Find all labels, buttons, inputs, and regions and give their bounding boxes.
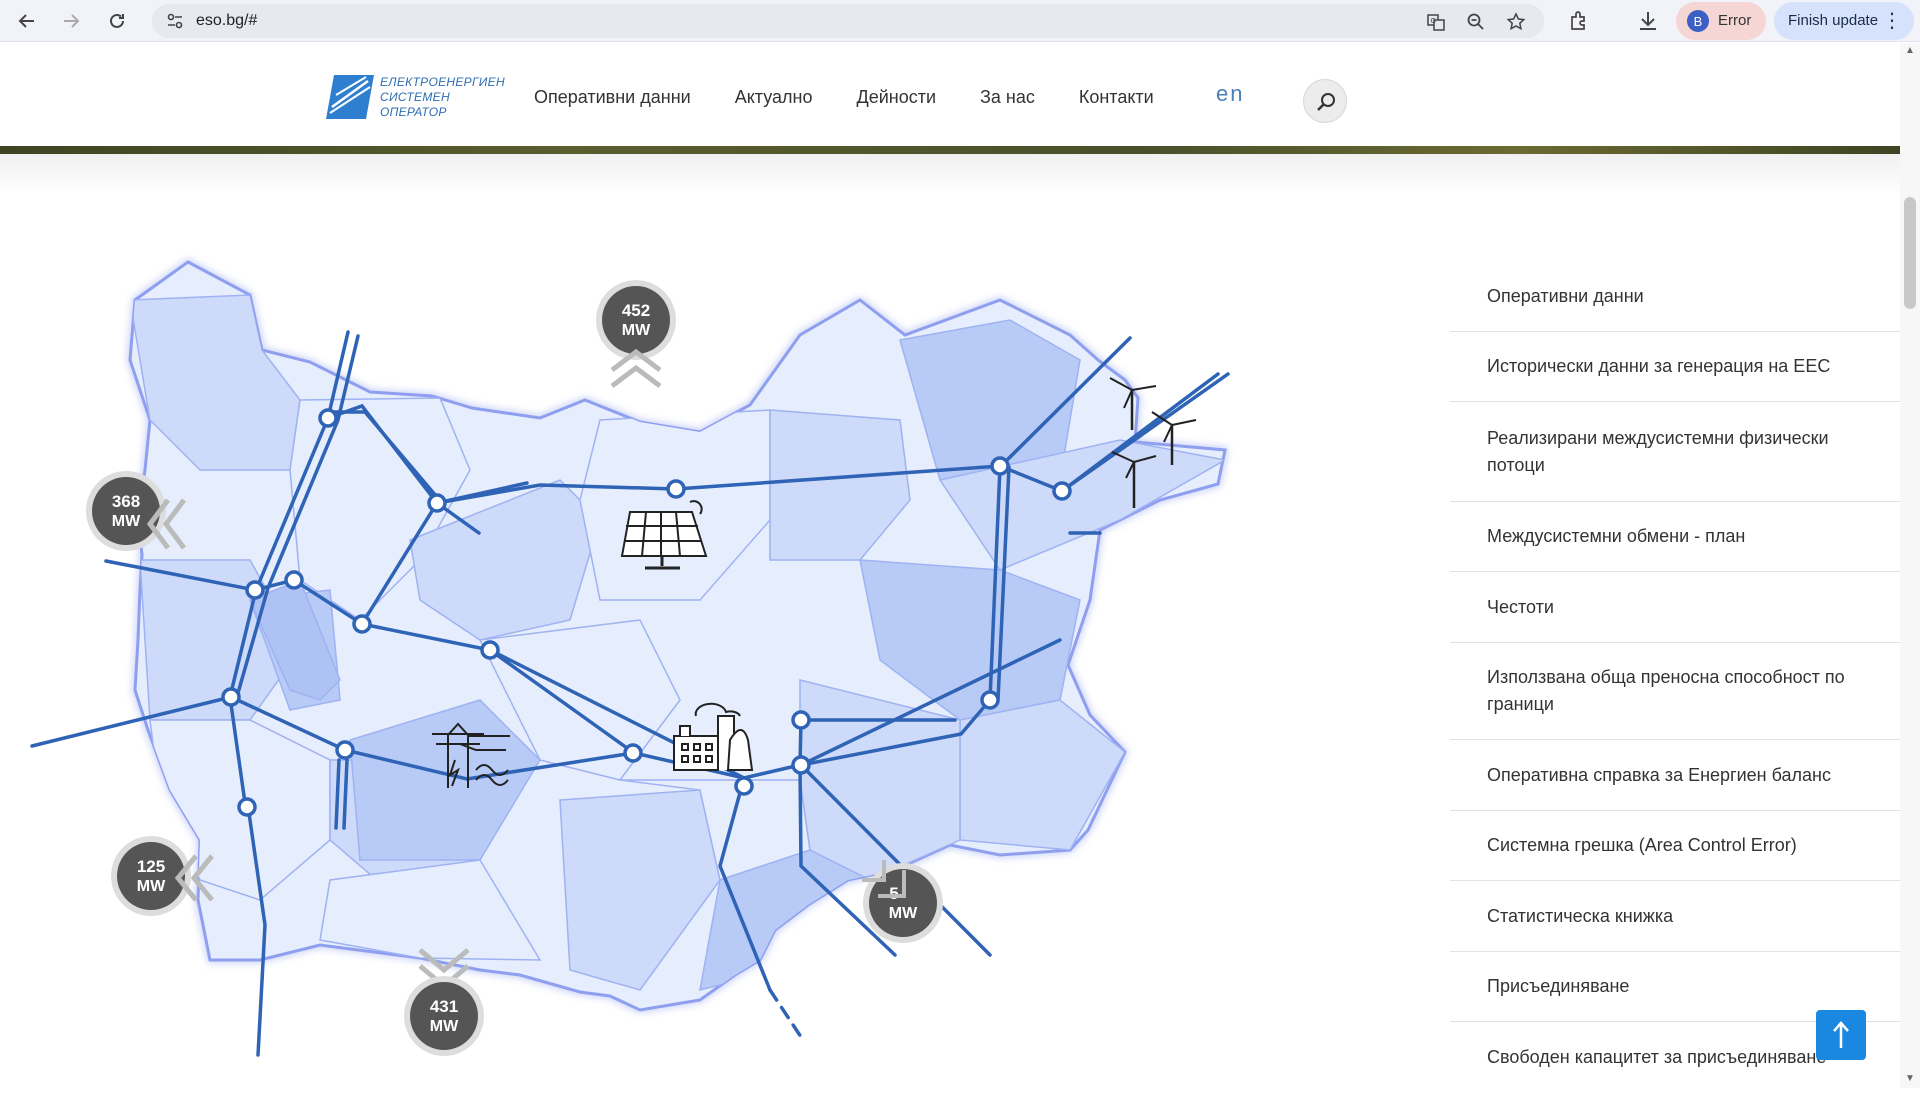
banner-shadow: [0, 154, 1900, 194]
flow-southwest[interactable]: 125 MW: [111, 836, 214, 916]
site-settings-icon[interactable]: [166, 12, 184, 30]
nav-news[interactable]: Актуално: [735, 87, 813, 108]
site-header: ЕЛЕКТРОЕНЕРГИЕН СИСТЕМЕН ОПЕРАТОР Операт…: [0, 43, 1900, 147]
url-text: eso.bg/#: [196, 12, 258, 29]
browser-toolbar: eso.bg/# G B Error Finish update ⋮: [0, 0, 1920, 42]
power-grid-map: 452 MW 368 MW 125 MW 431 MW 5 MW: [0, 200, 1420, 1088]
menu-item-frequencies[interactable]: Честоти: [1450, 572, 1900, 643]
flow-north[interactable]: 452 MW: [596, 280, 676, 388]
nav-contacts[interactable]: Контакти: [1079, 87, 1154, 108]
scroll-to-top-button[interactable]: [1816, 1010, 1866, 1060]
svg-text:MW: MW: [622, 322, 651, 339]
svg-text:MW: MW: [430, 1018, 459, 1035]
menu-dots-icon[interactable]: ⋮: [1882, 8, 1902, 33]
menu-item-operational-data[interactable]: Оперативни данни: [1450, 262, 1900, 332]
svg-text:5: 5: [889, 884, 898, 903]
svg-text:125: 125: [137, 857, 165, 876]
finish-update-button[interactable]: Finish update ⋮: [1774, 2, 1914, 40]
menu-item-energy-balance[interactable]: Оперативна справка за Енергиен баланс: [1450, 740, 1900, 811]
zoom-icon[interactable]: [1466, 12, 1486, 32]
nav-activities[interactable]: Дейности: [857, 87, 937, 108]
nav-about[interactable]: За нас: [980, 87, 1035, 108]
search-button[interactable]: [1303, 79, 1347, 123]
svg-text:MW: MW: [112, 513, 141, 530]
scrollbar-thumb[interactable]: [1904, 197, 1916, 309]
main-nav: Оперативни данни Актуално Дейности За на…: [534, 87, 1198, 108]
menu-item-statistics-book[interactable]: Статистическа книжка: [1450, 881, 1900, 952]
menu-item-area-control-error[interactable]: Системна грешка (Area Control Error): [1450, 811, 1900, 881]
menu-item-exchange-plan[interactable]: Междусистемни обмени - план: [1450, 502, 1900, 572]
logo-text[interactable]: ЕЛЕКТРОЕНЕРГИЕН СИСТЕМЕН ОПЕРАТОР: [380, 75, 505, 120]
translate-icon[interactable]: G: [1426, 12, 1446, 32]
forward-icon[interactable]: [56, 6, 86, 36]
profile-chip[interactable]: B Error: [1676, 2, 1766, 40]
menu-item-physical-flows[interactable]: Реализирани междусистемни физически пото…: [1450, 402, 1900, 502]
svg-text:368: 368: [112, 492, 140, 511]
finish-update-label: Finish update: [1788, 12, 1879, 29]
language-switch[interactable]: en: [1216, 81, 1244, 107]
address-bar[interactable]: eso.bg/# G: [152, 4, 1544, 38]
bulgaria-map-svg: 452 MW 368 MW 125 MW 431 MW 5 MW: [30, 260, 1230, 1057]
avatar: B: [1687, 10, 1709, 32]
download-icon[interactable]: [1636, 9, 1660, 33]
bookmark-star-icon[interactable]: [1506, 12, 1526, 32]
scroll-down-icon[interactable]: ▼: [1905, 1073, 1915, 1084]
svg-text:431: 431: [430, 997, 458, 1016]
svg-text:452: 452: [622, 301, 650, 320]
nav-operational-data[interactable]: Оперативни данни: [534, 87, 691, 108]
search-icon: [1317, 93, 1335, 111]
back-icon[interactable]: [12, 6, 42, 36]
menu-item-historical-generation[interactable]: Исторически данни за генерация на ЕЕС: [1450, 332, 1900, 402]
operational-data-menu: Оперативни данни Исторически данни за ге…: [1450, 262, 1900, 1092]
svg-text:MW: MW: [889, 905, 918, 922]
arrow-up-icon: [1833, 1021, 1849, 1048]
svg-text:MW: MW: [137, 878, 166, 895]
svg-text:G: G: [1431, 17, 1436, 25]
reload-icon[interactable]: [102, 6, 132, 36]
scroll-up-icon[interactable]: ▲: [1905, 45, 1915, 56]
hero-banner-strip: [0, 146, 1900, 154]
page-scrollbar[interactable]: ▲ ▼: [1900, 43, 1920, 1088]
extensions-icon[interactable]: [1568, 9, 1592, 33]
profile-status: Error: [1718, 12, 1752, 29]
menu-item-transfer-capacity[interactable]: Използвана обща преносна способност по г…: [1450, 643, 1900, 740]
eso-logo-icon[interactable]: [326, 73, 376, 121]
